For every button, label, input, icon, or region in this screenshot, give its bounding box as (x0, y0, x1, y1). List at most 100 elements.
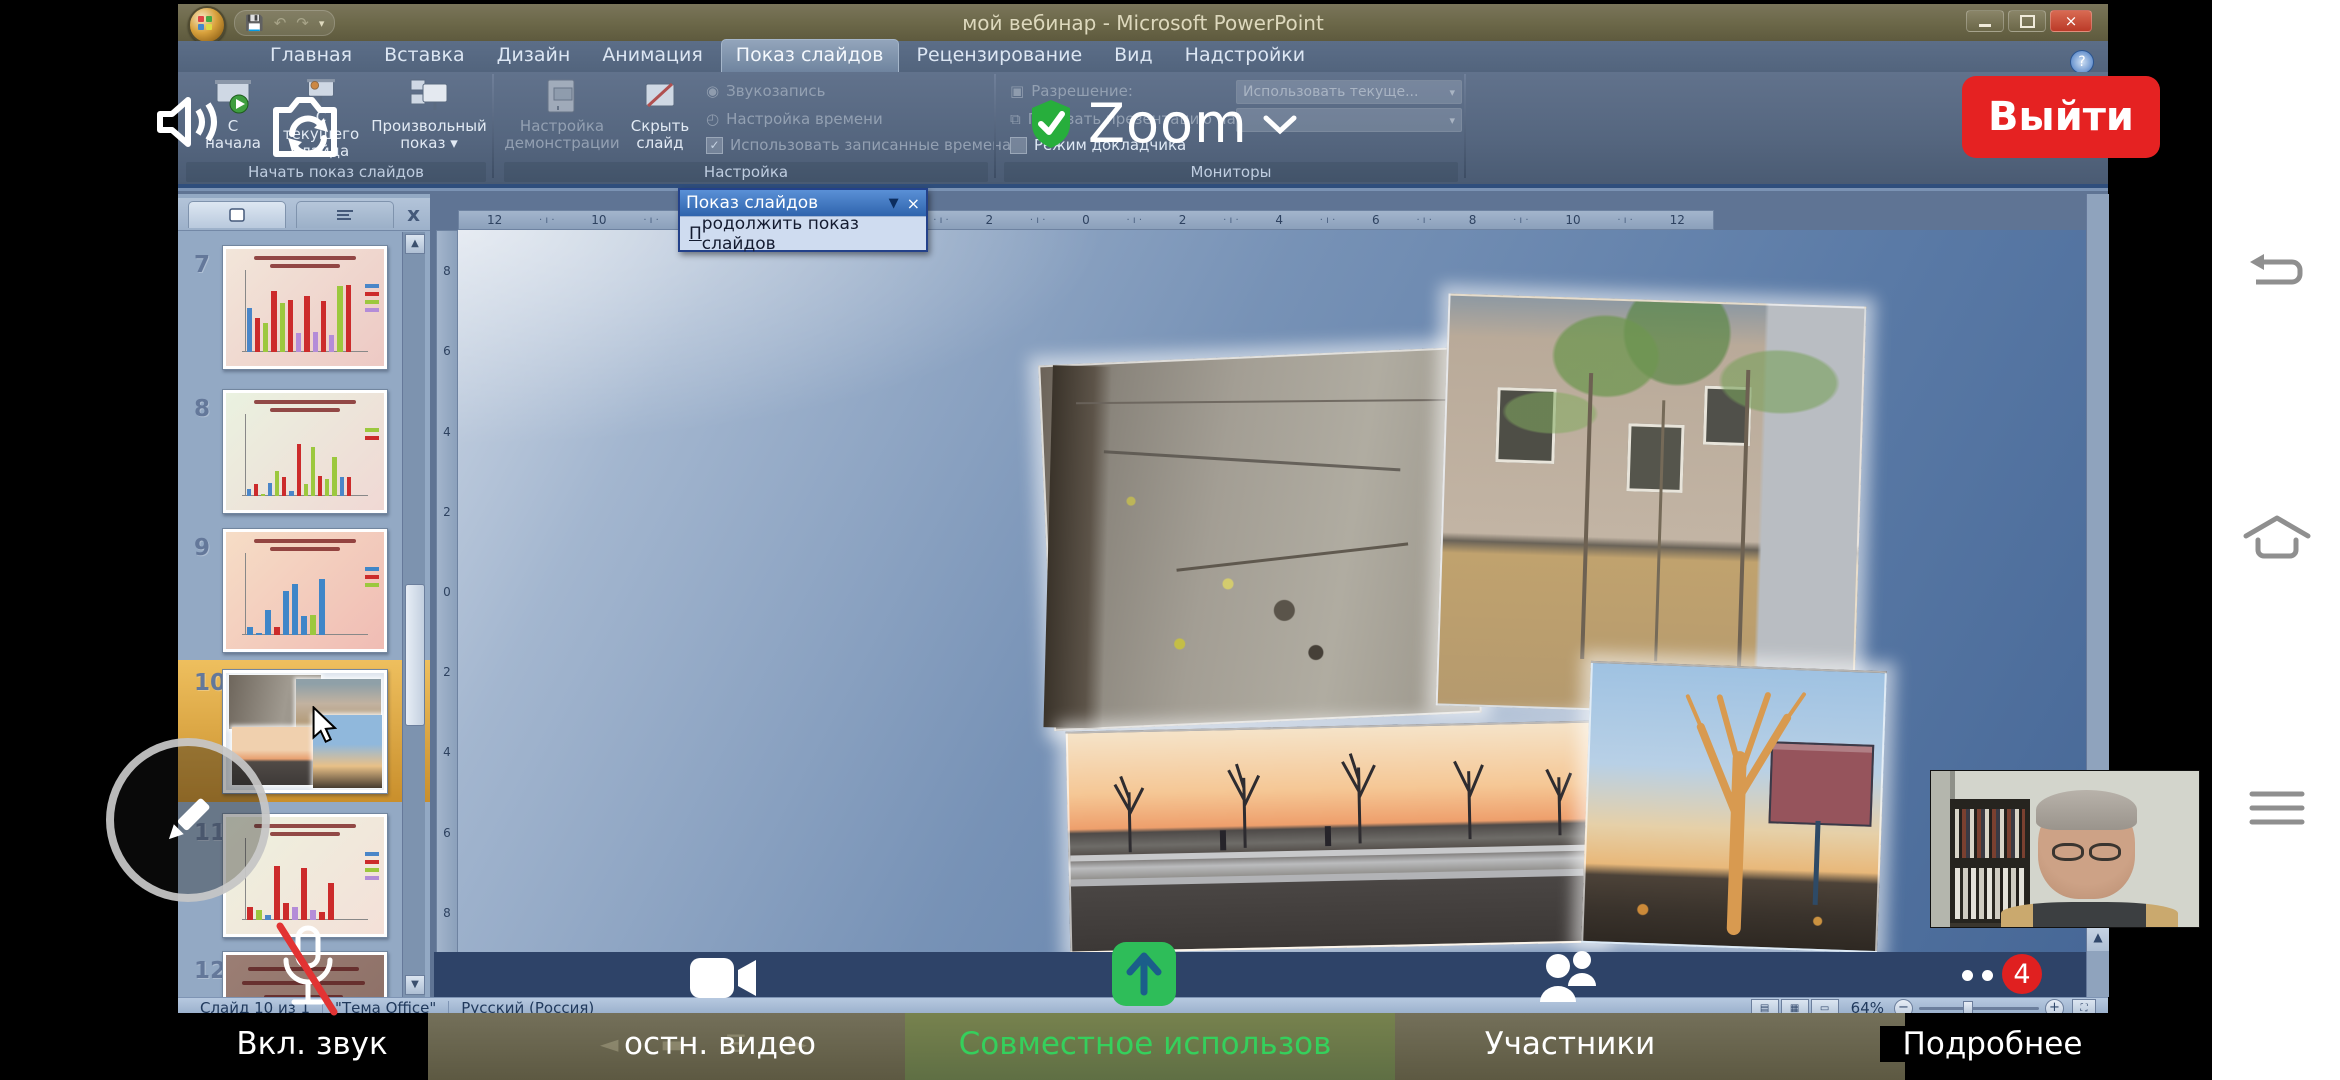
shield-check-icon (1028, 98, 1074, 150)
recent-apps-icon[interactable] (2246, 786, 2308, 830)
slides-tab-icon (228, 207, 246, 223)
slide-canvas (458, 230, 2086, 952)
photo-cracked-pavement (1038, 347, 1482, 731)
more-button[interactable]: Подробнее (1880, 1026, 2105, 1062)
hide-slide-icon (640, 76, 680, 116)
pencil-icon (153, 785, 223, 855)
photo-sunset-road (1066, 720, 1603, 952)
slide-thumbnail-7[interactable] (222, 245, 388, 370)
hide-slide-button[interactable]: Скрыть слайд (624, 76, 696, 160)
window-title: мой вебинар - Microsoft PowerPoint (178, 11, 2108, 35)
more-dots-icon[interactable] (1982, 970, 1993, 981)
popup-dropdown-icon[interactable]: ▼ (889, 196, 899, 211)
powerpoint-window: 💾 ↶ ↷ ▾ мой вебинар - Microsoft PowerPoi… (178, 4, 2108, 1013)
tab-outline[interactable] (296, 201, 394, 228)
participants-icon[interactable] (1532, 946, 1610, 1008)
record-narration-item[interactable]: ◉ Звукозапись (706, 82, 825, 100)
slide-thumbnail-9[interactable] (222, 528, 388, 653)
hide-slide-label: Скрыть слайд (631, 118, 689, 152)
home-icon[interactable] (2242, 510, 2312, 568)
slideshow-floating-toolbar: Показ слайдов ▼ × Продолжить показ слайд… (678, 188, 928, 252)
clock-icon: ◴ (706, 110, 719, 128)
android-navigation-bar (2212, 0, 2340, 1080)
slide-number: 8 (194, 396, 210, 422)
slide-number: 7 (194, 252, 210, 278)
scroll-down-icon[interactable]: ▼ (405, 975, 425, 995)
share-screen-button[interactable] (1112, 942, 1176, 1006)
custom-show-button[interactable]: Произвольный показ ▾ (374, 76, 484, 160)
zoom-brand-label: Zoom (1088, 92, 1248, 155)
group-label-setup: Настройка (504, 162, 988, 182)
golden-tree (1583, 663, 1880, 947)
setup-show-icon (542, 76, 582, 116)
help-button[interactable]: ? (2070, 50, 2094, 74)
participants-count-badge[interactable]: 4 (2002, 954, 2042, 994)
person-glasses (2052, 843, 2122, 862)
annotate-pencil-button[interactable] (106, 738, 270, 902)
chevron-down-icon: ▾ (1449, 86, 1455, 99)
popup-close-icon[interactable]: × (907, 194, 920, 213)
video-button[interactable]: остн. видео (590, 1026, 850, 1062)
chevron-down-icon (1262, 112, 1298, 136)
monitors-icon: ⧉ (1010, 110, 1021, 128)
horizontal-ruler: 12· ı ·10· ı ·8· ı ·6· ı ·4· ı ·2· ı ·0·… (458, 210, 1714, 230)
leave-meeting-button[interactable]: Выйти (1962, 76, 2160, 158)
slide-editor: 12· ı ·10· ı ·8· ı ·6· ı ·4· ı ·2· ı ·0·… (434, 194, 2108, 997)
ribbon-tab-вставка[interactable]: Вставка (370, 40, 479, 72)
slide-number: 9 (194, 535, 210, 561)
ribbon-tab-дизайн[interactable]: Дизайн (483, 40, 585, 72)
record-icon: ◉ (706, 82, 719, 100)
share-button-label[interactable]: Совместное использов (920, 1026, 1370, 1062)
panel-scrollbar[interactable]: ▲ ▼ (402, 232, 425, 997)
use-timings-item[interactable]: ✓ Использовать записанные времена (706, 136, 1011, 154)
ribbon-tab-показ-слайдов[interactable]: Показ слайдов (721, 39, 899, 72)
person-hair (2036, 790, 2138, 831)
outline-tab-icon (335, 208, 355, 222)
ribbon-tabs: ГлавнаяВставкаДизайнАнимацияПоказ слайдо… (178, 41, 2108, 72)
ribbon-tab-главная[interactable]: Главная (256, 40, 366, 72)
group-label-monitors: Мониторы (1004, 162, 1458, 182)
slide-thumbnail-8[interactable] (222, 389, 388, 514)
more-dots-icon[interactable] (1962, 970, 1973, 981)
mouse-cursor (310, 706, 340, 746)
mute-button[interactable]: Вкл. звук (196, 1026, 428, 1062)
switch-camera-icon[interactable] (262, 82, 352, 172)
setup-show-label: Настройка демонстрации (504, 118, 619, 152)
photo-golden-tree (1581, 661, 1887, 952)
ribbon-tab-рецензирование[interactable]: Рецензирование (903, 40, 1097, 72)
checkbox-checked-icon: ✓ (706, 137, 723, 154)
speaker-icon[interactable] (146, 84, 222, 160)
ribbon-tab-вид[interactable]: Вид (1100, 40, 1167, 72)
custom-show-label: Произвольный показ ▾ (371, 118, 487, 152)
vertical-ruler: 864202468 (436, 230, 458, 954)
minimize-button[interactable] (1966, 10, 2004, 32)
rehearse-timings-item[interactable]: ◴ Настройка времени (706, 110, 883, 128)
scroll-up-icon[interactable]: ▲ (405, 234, 425, 254)
close-button[interactable]: × (2050, 10, 2092, 32)
custom-show-icon (409, 76, 449, 116)
microphone-muted-icon[interactable] (272, 920, 344, 1020)
video-camera-icon[interactable] (688, 952, 758, 1004)
back-icon[interactable] (2248, 250, 2306, 302)
checkbox-unchecked-icon (1010, 137, 1027, 154)
participants-button[interactable]: Участники (1460, 1026, 1680, 1062)
self-video-thumbnail[interactable] (1930, 770, 2200, 928)
tab-slides[interactable] (188, 201, 286, 228)
ribbon-tab-анимация[interactable]: Анимация (588, 40, 716, 72)
panel-close-icon[interactable]: x (407, 202, 420, 226)
screen: 💾 ↶ ↷ ▾ мой вебинар - Microsoft PowerPoi… (0, 0, 2340, 1080)
setup-show-button[interactable]: Настройка демонстрации (504, 76, 620, 160)
resume-slideshow-item[interactable]: Продолжить показ слайдов (680, 216, 926, 250)
monitor-icon: ▣ (1010, 82, 1024, 100)
photo-building-trees (1436, 294, 1867, 719)
scrollbar-thumb[interactable] (405, 584, 425, 726)
arrow-up-icon (1112, 942, 1176, 1006)
chevron-down-icon: ▾ (1449, 114, 1455, 127)
popup-title: Показ слайдов (686, 193, 818, 213)
restore-button[interactable] (2008, 10, 2046, 32)
person-shoulders (2001, 902, 2178, 928)
zoom-meeting-header[interactable]: Zoom (1028, 92, 1298, 155)
ribbon-tab-надстройки[interactable]: Надстройки (1171, 40, 1319, 72)
zoom-slider[interactable] (1919, 1007, 2039, 1010)
bare-trees-silhouette (1068, 723, 1596, 948)
